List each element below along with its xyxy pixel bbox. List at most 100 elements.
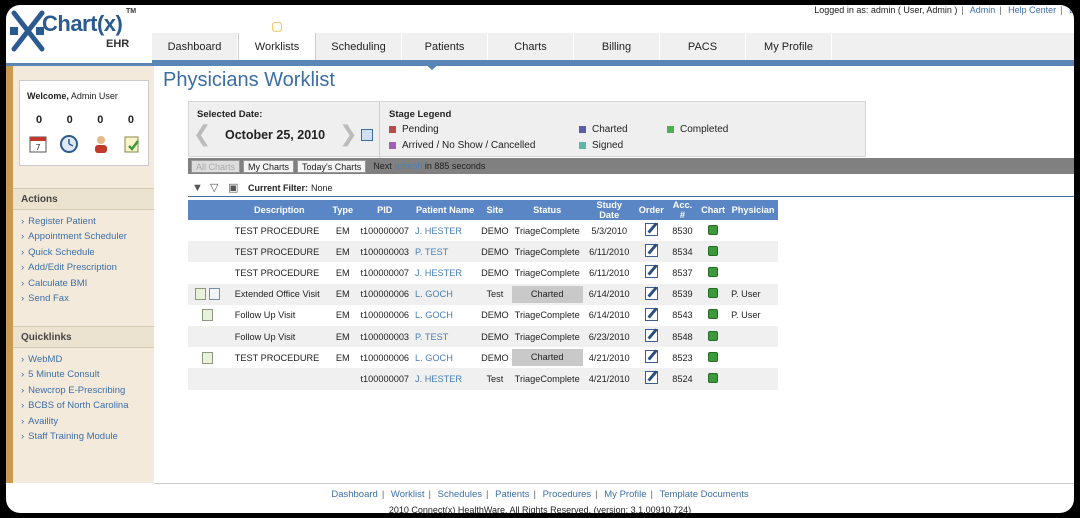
footer-link-my-profile[interactable]: My Profile xyxy=(604,489,646,500)
edit-order-icon[interactable] xyxy=(644,223,658,237)
action-add-edit-prescription[interactable]: Add/Edit Prescription xyxy=(21,262,154,277)
table-row[interactable]: t100000007 J. HESTER Test TriageComplete 4/2… xyxy=(188,368,778,390)
cell-patient-name[interactable]: J. HESTER xyxy=(412,220,478,241)
refresh-suffix: in 885 seconds xyxy=(424,161,486,171)
cell-patient-name[interactable]: L. GOCH xyxy=(412,347,478,368)
calendar-picker-icon[interactable] xyxy=(361,129,374,141)
col-acc[interactable]: Acc. # xyxy=(666,200,699,220)
quicklink-staff-training[interactable]: Staff Training Module xyxy=(21,431,154,446)
col-pid[interactable]: PID xyxy=(357,200,413,220)
table-row[interactable]: Follow Up Visit EM t100000006 L. GOCH DEMO Tr… xyxy=(188,305,778,326)
footer-link-template-documents[interactable]: Template Documents xyxy=(659,489,748,500)
note-icon[interactable] xyxy=(202,351,214,364)
col-study-date[interactable]: Study Date xyxy=(582,200,636,220)
edit-order-icon[interactable] xyxy=(644,265,658,279)
help-center-link[interactable]: Help Center xyxy=(1008,5,1056,15)
cell-patient-name[interactable]: J. HESTER xyxy=(412,368,479,390)
all-charts-button[interactable]: All Charts xyxy=(191,159,241,173)
quicklink-webmd[interactable]: WebMD xyxy=(21,354,154,369)
admin-link[interactable]: Admin xyxy=(970,5,996,15)
quicklink-newcrop[interactable]: Newcrop E-Prescribing xyxy=(21,385,154,400)
chart-status-icon[interactable] xyxy=(708,351,719,362)
chart-status-icon[interactable] xyxy=(708,372,719,383)
chart-status-icon[interactable] xyxy=(708,330,719,341)
table-row[interactable]: TEST PROCEDURE EM t100000003 P. TEST DEMO Tri… xyxy=(188,241,778,263)
table-row[interactable]: TEST PROCEDURE EM t100000006 L. GOCH DEMO Cha… xyxy=(188,347,778,368)
col-status[interactable]: Status xyxy=(511,200,583,220)
chart-status-icon[interactable] xyxy=(708,309,719,320)
footer-link-schedules[interactable]: Schedules xyxy=(438,489,482,500)
filter-edit-icon[interactable]: ▽ xyxy=(210,182,224,194)
edit-order-icon[interactable] xyxy=(644,329,658,343)
edit-order-icon[interactable] xyxy=(644,350,658,364)
action-appointment-scheduler[interactable]: Appointment Scheduler xyxy=(21,231,154,246)
tab-my-profile[interactable]: My Profile xyxy=(746,33,832,60)
cell-patient-name[interactable]: P. TEST xyxy=(412,241,479,263)
actions-heading: Actions xyxy=(13,188,154,210)
chartx-logo[interactable]: Chart(x) TM EHR xyxy=(8,5,148,63)
chart-status-icon[interactable] xyxy=(708,266,719,277)
previous-date-arrow-icon[interactable]: ❮ xyxy=(193,123,211,146)
chart-status-icon[interactable] xyxy=(708,288,719,299)
logo-subtitle: EHR xyxy=(106,38,130,50)
cell-patient-name[interactable]: J. HESTER xyxy=(412,262,478,283)
quicklink-5-minute-consult[interactable]: 5 Minute Consult xyxy=(21,369,154,384)
edit-order-icon[interactable] xyxy=(644,371,658,385)
filter-clear-icon[interactable]: ▣ xyxy=(228,182,242,194)
document-icon[interactable] xyxy=(209,288,221,301)
cell-order xyxy=(635,283,667,305)
refresh-link[interactable]: refresh xyxy=(394,161,422,171)
footer-link-dashboard[interactable]: Dashboard xyxy=(331,489,377,500)
col-chart[interactable]: Chart xyxy=(698,200,729,220)
next-date-arrow-icon[interactable]: ❯ xyxy=(339,123,357,146)
footer-link-procedures[interactable]: Procedures xyxy=(543,489,592,500)
col-description[interactable]: Description xyxy=(230,200,328,220)
action-quick-schedule[interactable]: Quick Schedule xyxy=(21,247,154,262)
logged-in-text: Logged in as: admin ( User, Admin ) xyxy=(814,5,958,15)
edit-order-icon[interactable] xyxy=(644,307,658,321)
col-type[interactable]: Type xyxy=(327,200,358,220)
cell-acc: 8524 xyxy=(666,368,699,390)
tab-charts[interactable]: Charts xyxy=(488,33,574,60)
tab-dashboard[interactable]: Dashboard xyxy=(152,33,238,60)
col-order[interactable]: Order xyxy=(635,200,667,220)
tab-worklists[interactable]: ▢ Worklists xyxy=(238,19,316,60)
clock-icon[interactable] xyxy=(58,133,80,155)
quicklink-availity[interactable]: Availity xyxy=(21,416,154,431)
todays-charts-button[interactable]: Today's Charts xyxy=(297,159,367,173)
col-site[interactable]: Site xyxy=(478,200,512,220)
logout-link[interactable]: L xyxy=(1069,5,1074,15)
quicklink-bcbs-nc[interactable]: BCBS of North Carolina xyxy=(21,400,154,415)
tab-patients[interactable]: Patients xyxy=(402,33,488,60)
table-row[interactable]: Extended Office Visit EM t100000006 L. GOCH… xyxy=(188,283,778,305)
tab-billing[interactable]: Billing xyxy=(574,33,660,60)
edit-order-icon[interactable] xyxy=(644,286,658,300)
edit-order-icon[interactable] xyxy=(644,244,658,258)
status-badge: Charted xyxy=(511,349,583,367)
note-icon[interactable] xyxy=(195,288,207,301)
tab-scheduling[interactable]: Scheduling xyxy=(316,33,402,60)
filter-icon[interactable]: ▼ xyxy=(192,182,206,194)
action-send-fax[interactable]: Send Fax xyxy=(21,293,154,308)
my-charts-button[interactable]: My Charts xyxy=(243,159,295,173)
col-physician[interactable]: Physician xyxy=(728,200,778,220)
footer-link-patients[interactable]: Patients xyxy=(495,489,529,500)
cell-patient-name[interactable]: L. GOCH xyxy=(412,283,479,305)
user-icon[interactable] xyxy=(90,133,112,155)
worklist-table-body: TEST PROCEDURE EM t100000007 J. HESTER DEMO T… xyxy=(188,220,778,390)
action-register-patient[interactable]: Register Patient xyxy=(21,216,154,231)
action-calculate-bmi[interactable]: Calculate BMI xyxy=(21,278,154,293)
calendar-icon[interactable]: 7 xyxy=(27,133,49,155)
col-patient-name[interactable]: Patient Name xyxy=(412,200,479,220)
table-row[interactable]: Follow Up Visit EM t100000003 P. TEST DEMO Tr… xyxy=(188,325,778,348)
tasks-icon[interactable] xyxy=(121,133,143,155)
table-row[interactable]: TEST PROCEDURE EM t100000007 J. HESTER DEMO T… xyxy=(188,220,778,241)
note-icon[interactable] xyxy=(202,309,214,322)
cell-patient-name[interactable]: P. TEST xyxy=(412,325,479,348)
chart-status-icon[interactable] xyxy=(708,224,719,235)
chart-status-icon[interactable] xyxy=(708,245,719,256)
cell-patient-name[interactable]: L. GOCH xyxy=(412,305,478,326)
table-row[interactable]: TEST PROCEDURE EM t100000007 J. HESTER DEMO T… xyxy=(188,262,778,283)
footer-link-worklist[interactable]: Worklist xyxy=(391,489,425,500)
tab-pacs[interactable]: PACS xyxy=(660,33,746,60)
